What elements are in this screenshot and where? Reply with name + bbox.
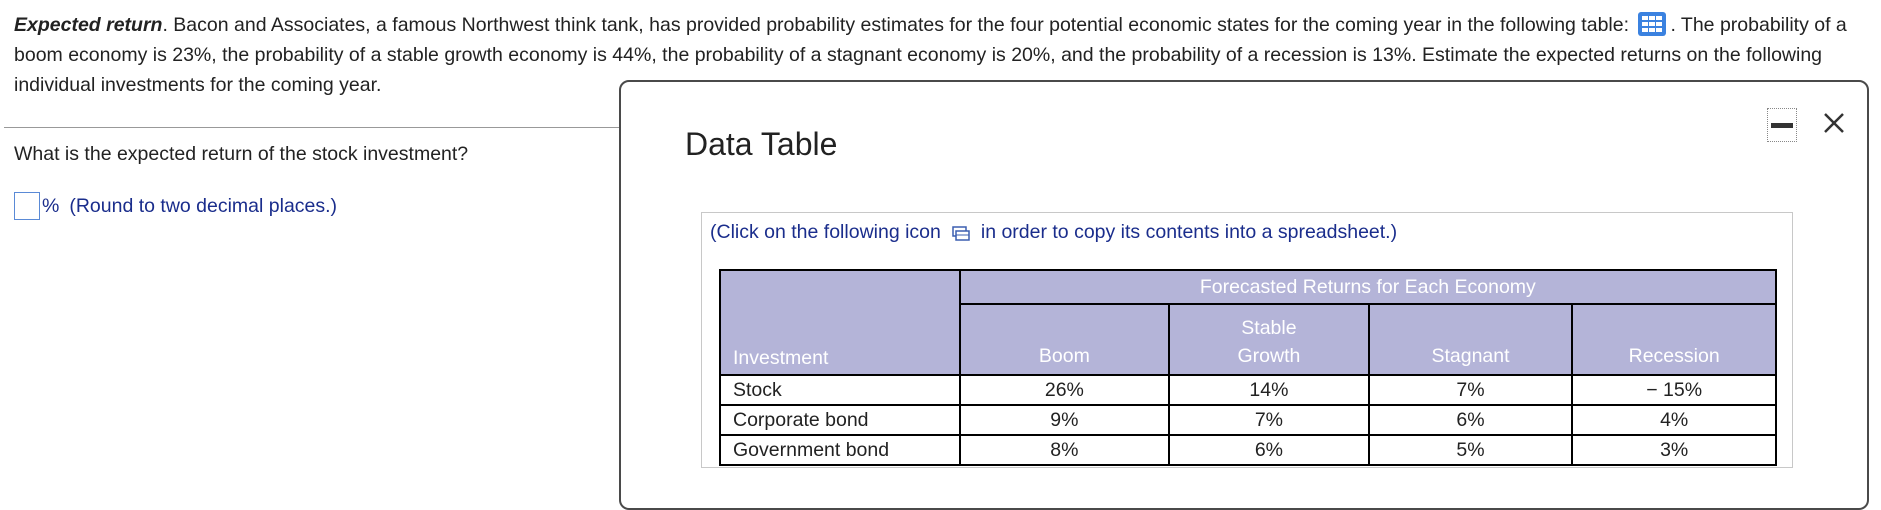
cell-stable: 14%: [1168, 374, 1370, 406]
answer-row: % (Round to two decimal places.): [14, 192, 337, 220]
cell-boom: 8%: [958, 434, 1171, 466]
table-header-investment-cell: Investment: [719, 269, 961, 376]
answer-hint: (Round to two decimal places.): [69, 194, 338, 217]
close-icon: [1824, 113, 1844, 133]
row-name: Corporate bond: [719, 404, 961, 436]
copy-note: (Click on the following icon in order to…: [710, 221, 1397, 244]
col-header-boom: Boom: [958, 303, 1171, 376]
col-header-stable-growth: Stable Growth: [1168, 303, 1370, 376]
close-button[interactable]: [1817, 106, 1851, 140]
group-header: Forecasted Returns for Each Economy: [958, 269, 1778, 305]
table-grid-icon[interactable]: [1638, 12, 1667, 36]
cell-recession: − 15%: [1571, 374, 1777, 406]
answer-unit: %: [42, 194, 60, 217]
minimize-button[interactable]: [1767, 108, 1797, 142]
col-header-stagnant: Stagnant: [1367, 303, 1574, 376]
answer-input[interactable]: [14, 192, 40, 220]
cell-stagnant: 6%: [1367, 404, 1574, 436]
cell-recession: 3%: [1571, 434, 1777, 466]
row-name: Government bond: [719, 434, 961, 466]
cell-stagnant: 5%: [1367, 434, 1574, 466]
dialog-title: Data Table: [685, 126, 838, 162]
copy-note-before: (Click on the following icon: [710, 221, 941, 243]
returns-table: Investment Forecasted Returns for Each E…: [719, 269, 1778, 466]
col-header-stable-line1: Stable: [1241, 317, 1297, 339]
problem-title: Expected return: [14, 14, 163, 36]
table-row: Government bond 8% 6% 5% 3%: [719, 434, 1777, 466]
minimize-icon: [1771, 122, 1793, 128]
col-header-investment: Investment: [733, 347, 829, 369]
row-name: Stock: [719, 374, 961, 406]
copy-spreadsheet-icon[interactable]: [951, 224, 971, 242]
data-table-panel: (Click on the following icon in order to…: [701, 212, 1793, 468]
table-row: Stock 26% 14% 7% − 15%: [719, 374, 1777, 406]
cell-stable: 7%: [1168, 404, 1370, 436]
table-row: Corporate bond 9% 7% 6% 4%: [719, 404, 1777, 436]
cell-boom: 9%: [958, 404, 1171, 436]
cell-stable: 6%: [1168, 434, 1370, 466]
cell-recession: 4%: [1571, 404, 1777, 436]
problem-text-1: . Bacon and Associates, a famous Northwe…: [162, 14, 1630, 36]
col-header-recession: Recession: [1571, 303, 1777, 376]
col-header-stable-line2: Growth: [1237, 345, 1301, 367]
copy-note-after: in order to copy its contents into a spr…: [980, 221, 1398, 243]
cell-stagnant: 7%: [1367, 374, 1574, 406]
cell-boom: 26%: [958, 374, 1171, 406]
question-text: What is the expected return of the stock…: [14, 143, 469, 165]
section-divider: [4, 127, 632, 128]
data-table-dialog: Data Table (Click on the following icon …: [619, 80, 1869, 510]
